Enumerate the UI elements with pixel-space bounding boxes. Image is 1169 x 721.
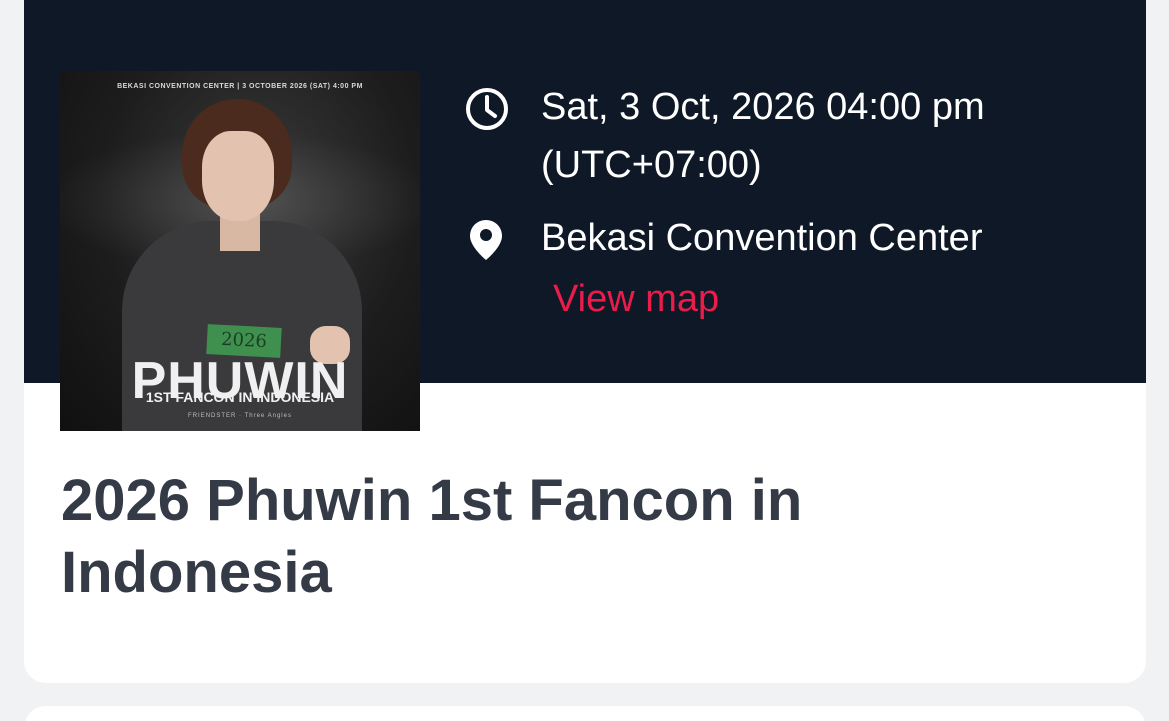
next-section-card xyxy=(24,706,1146,721)
event-datetime: Sat, 3 Oct, 2026 04:00 pm (UTC+07:00) xyxy=(541,86,985,186)
poster-subline: 1ST FANCON IN INDONESIA xyxy=(145,389,335,405)
map-pin-icon xyxy=(470,220,502,260)
poster-person-face xyxy=(202,131,274,221)
clock-icon xyxy=(466,88,508,130)
event-venue: Bekasi Convention Center xyxy=(541,217,983,259)
event-title-card-top xyxy=(420,383,1146,407)
event-poster-image[interactable]: BEKASI CONVENTION CENTER | 3 OCTOBER 202… xyxy=(60,71,420,431)
view-map-link[interactable]: View map xyxy=(553,270,719,328)
poster-sponsors: FRIENDSTER · Three Angles xyxy=(188,413,292,419)
poster-year-tag: 2026 xyxy=(206,324,282,358)
poster-topline: BEKASI CONVENTION CENTER | 3 OCTOBER 202… xyxy=(117,83,363,90)
event-title: 2026 Phuwin 1st Fancon in Indonesia xyxy=(61,468,803,605)
